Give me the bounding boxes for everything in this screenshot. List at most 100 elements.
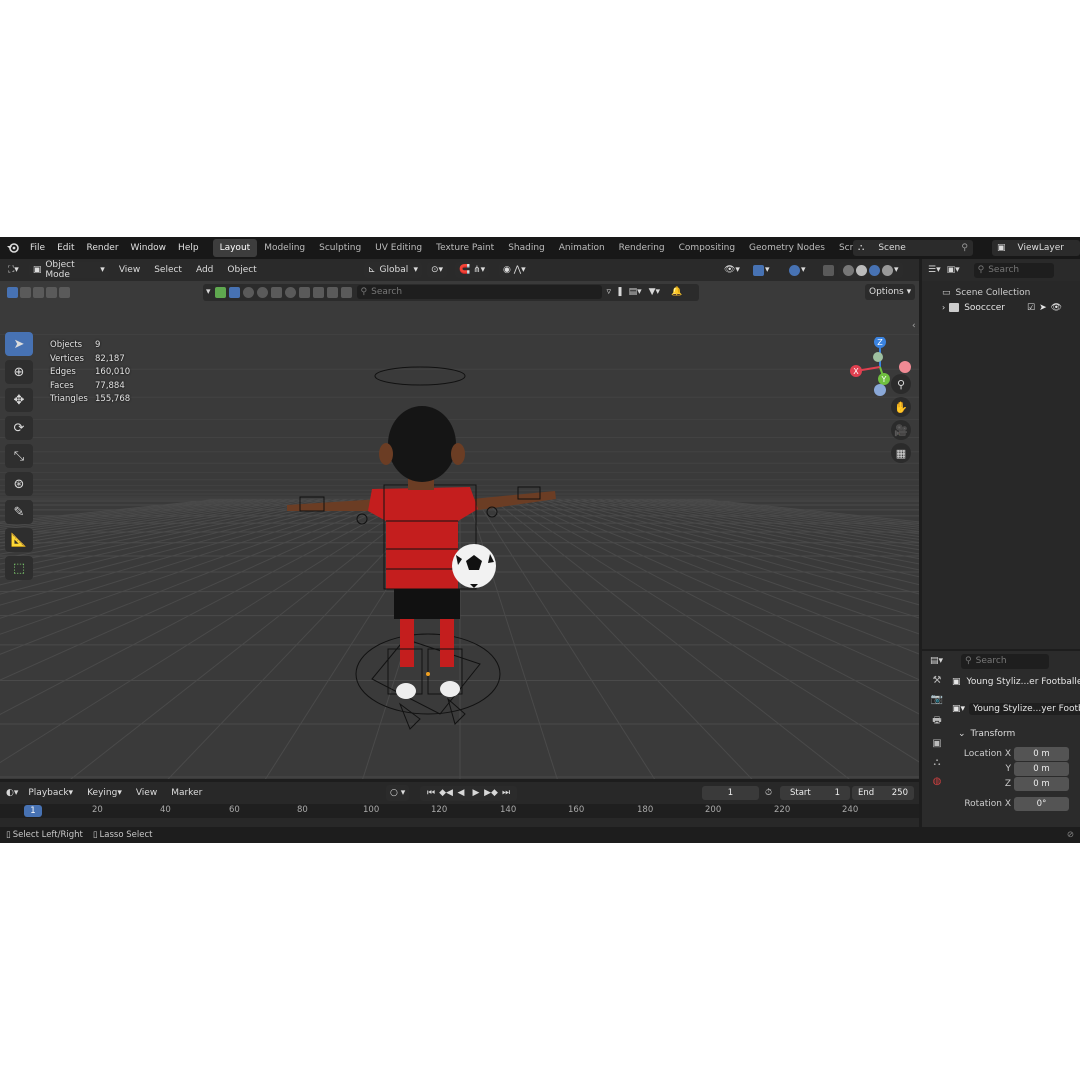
menu-window[interactable]: Window: [125, 243, 173, 253]
play-reverse-icon[interactable]: ◀: [454, 788, 468, 798]
search-placeholder: Search: [975, 656, 1007, 666]
tool-tab-icon[interactable]: ⚒: [933, 675, 942, 686]
frame-tick: 40: [160, 805, 171, 815]
playback-menu[interactable]: Playback ▾: [24, 785, 77, 801]
outliner-item-row[interactable]: › Soocccer ☑ ➤ 👁: [922, 300, 1080, 315]
start-frame-field[interactable]: Start 1: [780, 786, 850, 800]
transform-fields: Location X 0 m Y 0 m Z 0 m Rotation X 0°: [952, 746, 1080, 811]
end-frame-field[interactable]: End 250: [852, 786, 914, 800]
zoom-button[interactable]: ⚲: [891, 374, 911, 394]
neg-z-axis-handle[interactable]: [874, 384, 886, 396]
outliner-editor-icon[interactable]: ☰▾: [928, 265, 941, 275]
viewlayer-selector[interactable]: ▣ ViewLayer: [992, 240, 1080, 256]
play-icon[interactable]: ▶: [469, 788, 483, 798]
marker-menu[interactable]: Marker: [167, 785, 206, 801]
object-data-field[interactable]: Young Stylize...yer Footb: [969, 703, 1080, 715]
tab-animation[interactable]: Animation: [552, 239, 612, 257]
object-data-row[interactable]: ▣▾ Young Stylize...yer Footb: [952, 703, 1080, 715]
menu-edit[interactable]: Edit: [51, 243, 80, 253]
frame-tick: 220: [774, 805, 791, 815]
frame-tick: 120: [431, 805, 448, 815]
jump-start-icon[interactable]: ⏮: [424, 788, 438, 798]
tab-rendering[interactable]: Rendering: [612, 239, 672, 257]
search-field[interactable]: ⚲ Search: [961, 653, 1050, 669]
tab-shading[interactable]: Shading: [501, 239, 552, 257]
perspective-toggle-button[interactable]: ▦: [891, 443, 911, 463]
sidebar-collapse-arrow-icon[interactable]: ‹: [912, 321, 916, 331]
timeline-view-menu[interactable]: View: [132, 785, 161, 801]
neg-x-axis-handle[interactable]: [899, 361, 911, 373]
location-y-label: Y: [1005, 763, 1012, 774]
view-layer-tab-icon[interactable]: ▣: [932, 738, 941, 749]
status-lasso-hint: Lasso Select: [99, 830, 153, 840]
blender-logo-icon[interactable]: [6, 242, 20, 254]
scene-tab-icon[interactable]: ⛬: [934, 757, 941, 768]
scene-icon: ⛬: [858, 243, 865, 253]
tab-sculpting[interactable]: Sculpting: [312, 239, 368, 257]
scene-selector[interactable]: ⛬ Scene ⚲: [853, 240, 973, 256]
frame-tick: 200: [705, 805, 722, 815]
tab-modeling[interactable]: Modeling: [257, 239, 312, 257]
tab-layout[interactable]: Layout: [212, 239, 258, 257]
stopwatch-icon[interactable]: ⏱: [765, 788, 772, 798]
network-status-icon[interactable]: ⊘: [1067, 830, 1074, 840]
outliner-panel: ☰▾ ▣▾ ⚲ Search ▭ Scene Collection › Sooc…: [922, 259, 1080, 649]
location-y-field[interactable]: 0 m: [1014, 761, 1069, 776]
render-tab-icon[interactable]: 📷: [931, 694, 943, 705]
transform-label: Transform: [970, 729, 1016, 739]
properties-panel: ▤▾ ⚲ Search ⚒ 📷 🖶 ▣ ⛬ ◍ ▣ Young Styliz..…: [922, 651, 1080, 827]
rotation-x-label: Rotation X: [964, 798, 1011, 809]
output-tab-icon[interactable]: 🖶: [932, 713, 941, 730]
chevron-down-icon: ⌄: [958, 729, 966, 739]
menu-file[interactable]: File: [24, 243, 51, 253]
current-frame-field[interactable]: 1: [702, 786, 759, 800]
location-z-row: Z 0 m: [952, 776, 1080, 791]
keying-label: Keying: [87, 788, 118, 798]
auto-keying-toggle[interactable]: ○ ▾: [386, 785, 410, 801]
pin-icon[interactable]: ⚲: [961, 243, 968, 253]
grid-perspective-icon: ▦: [895, 446, 907, 460]
location-x-field[interactable]: 0 m: [1014, 746, 1069, 761]
rotation-x-field[interactable]: 0°: [1014, 796, 1069, 811]
playback-label: Playback: [28, 788, 69, 798]
pan-button[interactable]: ✋: [891, 397, 911, 417]
frame-tick: 160: [568, 805, 585, 815]
y-axis-label: Y: [881, 375, 887, 384]
menu-render[interactable]: Render: [81, 243, 125, 253]
prev-keyframe-icon[interactable]: ◆◀: [439, 788, 453, 798]
location-z-label: Z: [1004, 778, 1011, 789]
search-field[interactable]: ⚲ Search: [973, 262, 1054, 278]
eye-icon[interactable]: 👁: [1051, 303, 1062, 313]
properties-tabs: ⚒ 📷 🖶 ▣ ⛬ ◍: [926, 675, 948, 787]
menu-help[interactable]: Help: [172, 243, 205, 253]
object-name-row[interactable]: ▣ Young Styliz...er Footballer: [952, 677, 1080, 687]
start-value: 1: [834, 788, 840, 798]
3d-viewport[interactable]: ⛶▾ ▣ Object Mode ▾ View Select Add Object …: [0, 259, 919, 779]
display-mode-icon[interactable]: ▣▾: [947, 265, 960, 275]
timeline-editor-icon[interactable]: ◐▾: [6, 788, 18, 798]
properties-editor-icon[interactable]: ▤▾: [930, 656, 943, 666]
tab-geometry-nodes[interactable]: Geometry Nodes: [742, 239, 832, 257]
location-x-row: Location X 0 m: [952, 746, 1080, 761]
scene-collection-row[interactable]: ▭ Scene Collection: [922, 285, 1080, 300]
footballer-character-model[interactable]: [0, 259, 919, 779]
checkbox-icon[interactable]: ☑: [1027, 303, 1035, 313]
expand-arrow-icon[interactable]: ›: [942, 303, 945, 312]
mouse-left-icon: ▯: [6, 830, 11, 840]
hand-icon: ✋: [894, 400, 908, 414]
jump-end-icon[interactable]: ⏭: [499, 788, 513, 798]
tab-compositing[interactable]: Compositing: [672, 239, 742, 257]
location-z-field[interactable]: 0 m: [1014, 776, 1069, 791]
camera-view-button[interactable]: 🎥: [891, 420, 911, 440]
transform-section-header[interactable]: ⌄ Transform: [958, 729, 1080, 739]
neg-y-axis-handle[interactable]: [873, 352, 883, 362]
tab-uv-editing[interactable]: UV Editing: [368, 239, 429, 257]
status-bar: ▯ Select Left/Right ▯ Lasso Select ⊘: [0, 827, 1080, 843]
tab-texture-paint[interactable]: Texture Paint: [429, 239, 501, 257]
keying-menu[interactable]: Keying ▾: [83, 785, 126, 801]
frame-ruler[interactable]: 1 20 40 60 80 100 120 140 160 180 200 22…: [0, 804, 919, 818]
next-keyframe-icon[interactable]: ▶◆: [484, 788, 498, 798]
world-tab-icon[interactable]: ◍: [933, 776, 942, 787]
frame-tick: 140: [500, 805, 517, 815]
selectable-arrow-icon[interactable]: ➤: [1039, 303, 1047, 313]
